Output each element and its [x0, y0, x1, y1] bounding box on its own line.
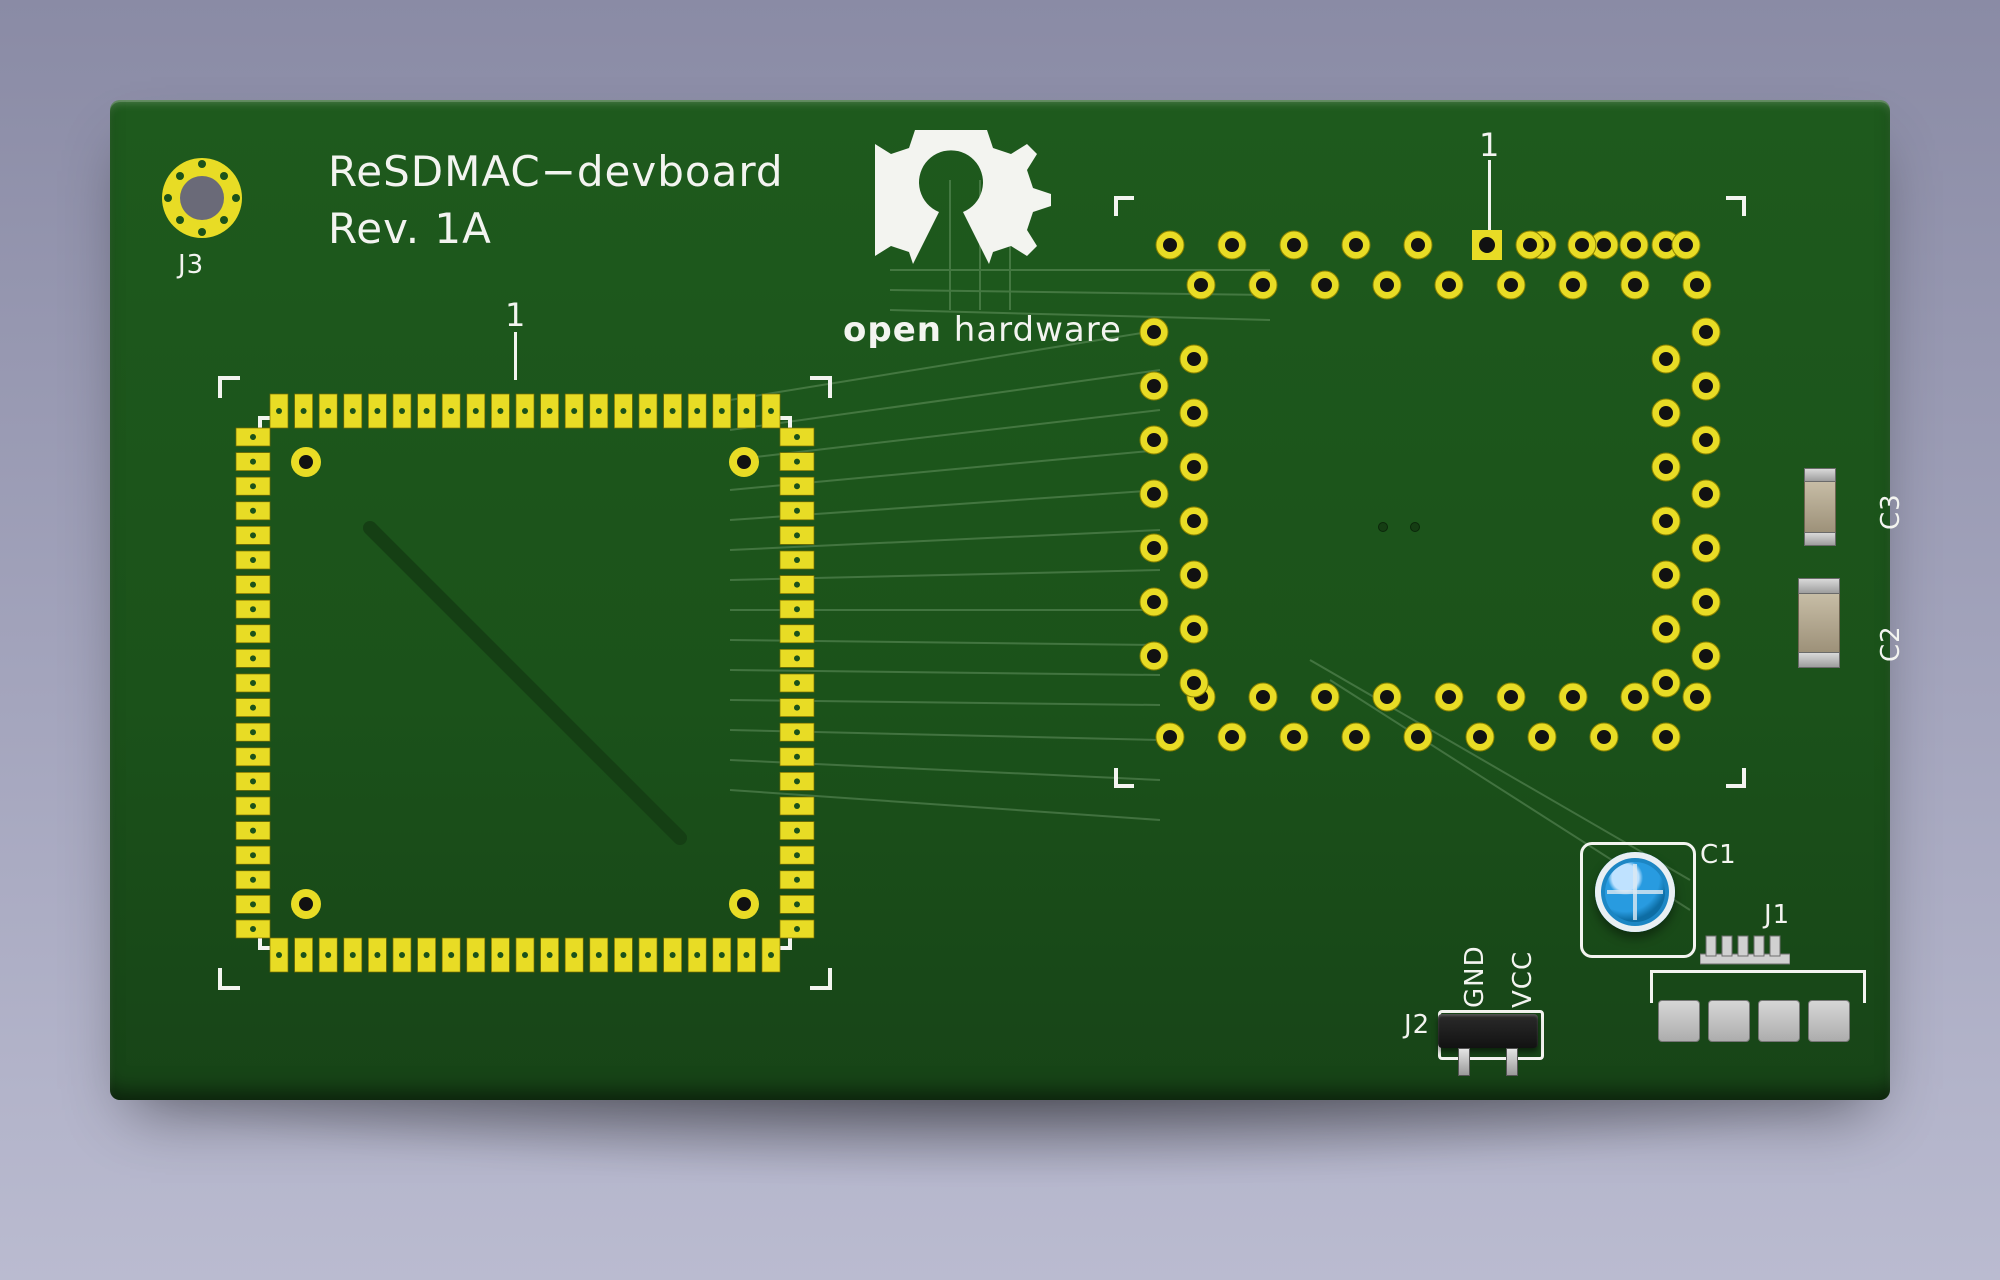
right-th-pin1-label: 1 — [1479, 126, 1499, 164]
label-j2: J2 — [1404, 1010, 1430, 1040]
board-rev-text: Rev. 1A — [328, 204, 492, 253]
right-th-pin1-line — [1488, 160, 1491, 230]
label-c1: C1 — [1700, 840, 1737, 870]
label-gnd: GND — [1460, 945, 1490, 1008]
board-name-text: ReSDMAC−devboard — [328, 147, 784, 196]
label-j3: J3 — [178, 250, 204, 280]
board-title: ReSDMAC−devboard Rev. 1A — [328, 144, 784, 257]
plcc84-pads — [200, 358, 850, 1008]
capacitor-c3-term-bot — [1804, 532, 1836, 546]
via — [1378, 522, 1388, 532]
j2-pin-2 — [1506, 1048, 1518, 1076]
open-hardware-caption-bold: open — [843, 310, 942, 350]
open-hardware-caption: open hardware — [843, 310, 1122, 350]
label-c3: C3 — [1876, 493, 1906, 530]
capacitor-c2-term-top — [1798, 578, 1840, 594]
right-th-pads — [1110, 192, 1750, 792]
capacitor-c2-term-bot — [1798, 652, 1840, 668]
testpoint-j3 — [154, 150, 250, 246]
capacitor-c3 — [1804, 478, 1836, 536]
j1-pad-4 — [1808, 1000, 1850, 1042]
j2-pin-1 — [1458, 1048, 1470, 1076]
viewport: ReSDMAC−devboard Rev. 1A open hardware J… — [0, 0, 2000, 1280]
footprint-plcc84 — [200, 358, 850, 1008]
pcb-board: ReSDMAC−devboard Rev. 1A open hardware J… — [110, 100, 1890, 1100]
open-hardware-caption-rest: hardware — [942, 310, 1122, 350]
j1-silk-outline — [1650, 970, 1866, 1003]
j1-pad-3 — [1758, 1000, 1800, 1042]
label-vcc: VCC — [1508, 951, 1538, 1008]
header-j2 — [1438, 1014, 1538, 1048]
j1-center-icon — [1700, 930, 1790, 966]
capacitor-c1 — [1595, 852, 1675, 932]
open-hardware-logo — [875, 118, 1075, 318]
label-c2: C2 — [1876, 625, 1906, 662]
plcc84-pin1-line — [514, 332, 517, 380]
label-j1: J1 — [1764, 900, 1790, 930]
footprint-right-th — [1110, 192, 1750, 792]
j1-pad-1 — [1658, 1000, 1700, 1042]
capacitor-c2 — [1798, 590, 1840, 656]
via — [1410, 522, 1420, 532]
capacitor-c3-term-top — [1804, 468, 1836, 482]
j1-pad-2 — [1708, 1000, 1750, 1042]
plcc84-pin1-label: 1 — [505, 296, 525, 334]
